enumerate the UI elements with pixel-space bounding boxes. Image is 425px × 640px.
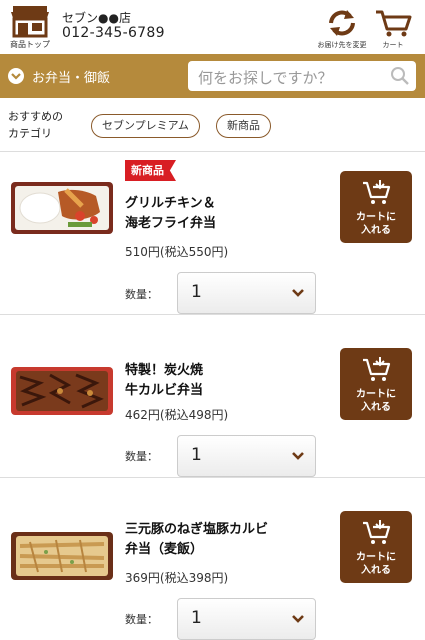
- cart-icon: [376, 10, 412, 37]
- product-price: 462円(税込498円): [125, 408, 229, 422]
- cart-plus-icon: [363, 520, 391, 544]
- product-image[interactable]: [10, 180, 114, 236]
- quantity-select[interactable]: 1: [177, 435, 316, 477]
- cart-header-button[interactable]: カート: [370, 8, 416, 52]
- chevron-down-icon: [292, 452, 304, 460]
- product-item: 特製！炭火焼 牛カルビ弁当 462円(税込498円) 数量： 1 カートに 入れ…: [0, 315, 425, 478]
- change-delivery-label: お届け先を変更: [317, 41, 367, 49]
- qty-value: 1: [191, 608, 202, 628]
- qty-value: 1: [191, 445, 202, 465]
- search-input[interactable]: 何をお探しですか？: [188, 61, 416, 91]
- search-icon[interactable]: [390, 66, 410, 86]
- cart-plus-icon: [363, 357, 391, 381]
- product-price: 369円(税込398円): [125, 571, 229, 585]
- chevron-down-icon: [292, 289, 304, 297]
- quantity-select[interactable]: 1: [177, 598, 316, 640]
- product-item: 三元豚のねぎ塩豚カルビ 弁当（麦飯） 369円(税込398円) 数量： 1 カー…: [0, 478, 425, 640]
- product-name[interactable]: 特製！炭火焼 牛カルビ弁当: [125, 361, 203, 401]
- category-label: お弁当・御飯: [32, 71, 111, 86]
- product-name[interactable]: グリルチキン＆ 海老フライ弁当: [125, 194, 216, 234]
- quantity-select[interactable]: 1: [177, 272, 316, 314]
- cart-plus-icon: [363, 180, 391, 204]
- new-badge: 新商品: [125, 160, 176, 181]
- cart-header-label: カート: [382, 41, 404, 49]
- product-name-line1: 三元豚のねぎ塩豚カルビ: [125, 522, 269, 537]
- add-to-cart-label: カートに 入れる: [356, 552, 396, 576]
- product-name-line2: 牛カルビ弁当: [125, 383, 204, 398]
- category-dropdown[interactable]: お弁当・御飯: [0, 54, 180, 98]
- qty-label: 数量：: [125, 613, 158, 626]
- change-delivery-button[interactable]: お届け先を変更: [312, 8, 372, 52]
- header: 商品トップ セブン●●店 012-345-6789 お届け先を変更 カート: [0, 0, 425, 54]
- category-bar: お弁当・御飯 何をお探しですか？: [0, 54, 425, 98]
- store-phone: 012-345-6789: [62, 25, 165, 41]
- product-name-line1: 特製！炭火焼: [125, 363, 204, 378]
- add-to-cart-button[interactable]: カートに 入れる: [340, 511, 412, 583]
- qty-label: 数量：: [125, 288, 158, 301]
- store-icon: [11, 6, 49, 38]
- add-to-cart-button[interactable]: カートに 入れる: [340, 171, 412, 243]
- chevron-down-icon: [292, 615, 304, 623]
- product-price: 510円(税込550円): [125, 245, 229, 259]
- product-image[interactable]: [10, 528, 114, 584]
- refresh-icon: [329, 10, 355, 36]
- chevron-down-icon: [8, 68, 24, 84]
- qty-label: 数量：: [125, 450, 158, 463]
- home-label: 商品トップ: [10, 40, 50, 49]
- chip-new-products[interactable]: 新商品: [216, 114, 271, 138]
- product-name-line2: 弁当（麦飯）: [125, 542, 204, 557]
- recommended-categories: おすすめの カテゴリ セブンプレミアム 新商品: [0, 98, 425, 152]
- home-button[interactable]: 商品トップ: [8, 4, 52, 50]
- qty-value: 1: [191, 282, 202, 302]
- product-name[interactable]: 三元豚のねぎ塩豚カルビ 弁当（麦飯）: [125, 520, 268, 560]
- chip-seven-premium[interactable]: セブンプレミアム: [91, 114, 200, 138]
- product-name-line1: グリルチキン＆: [125, 196, 216, 211]
- search-placeholder: 何をお探しですか？: [198, 69, 333, 87]
- product-name-line2: 海老フライ弁当: [125, 216, 217, 231]
- add-to-cart-label: カートに 入れる: [356, 212, 396, 236]
- product-image[interactable]: [10, 363, 114, 419]
- add-to-cart-button[interactable]: カートに 入れる: [340, 348, 412, 420]
- store-name: セブン●●店: [62, 11, 131, 25]
- recommended-label: おすすめの カテゴリ: [8, 110, 63, 140]
- product-item: 新商品 グリルチキン＆ 海老フライ弁当 510円(税込550円) 数量： 1 カ…: [0, 152, 425, 315]
- add-to-cart-label: カートに 入れる: [356, 389, 396, 413]
